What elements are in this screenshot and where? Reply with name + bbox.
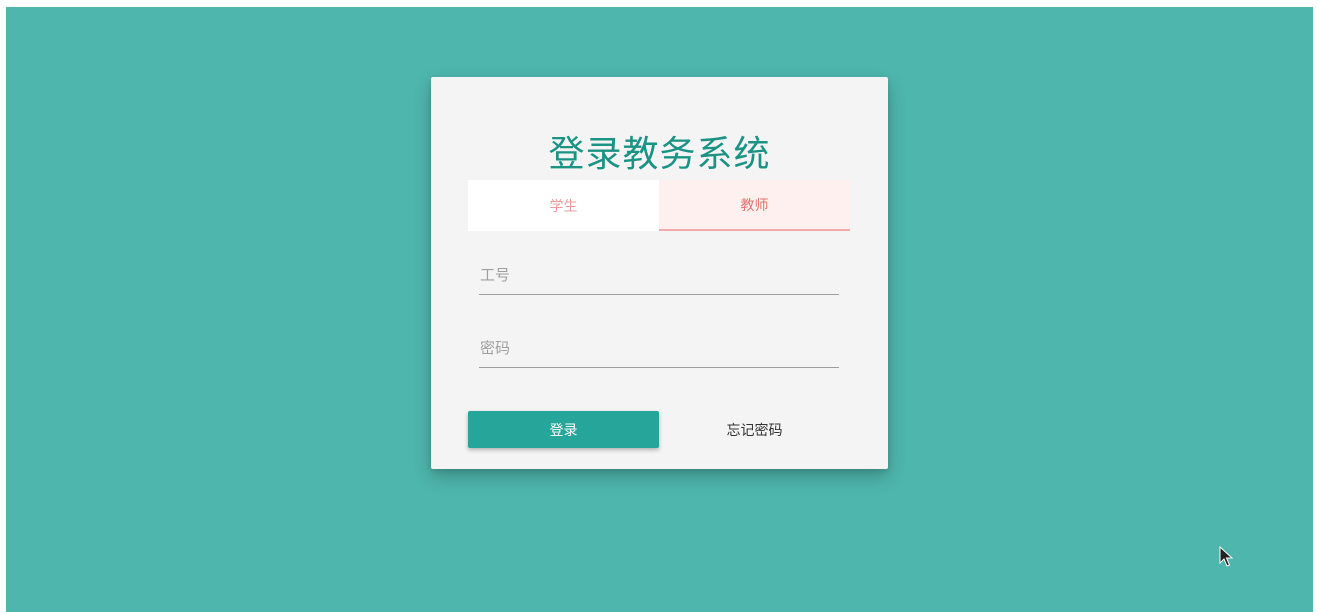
login-button[interactable]: 登录: [468, 411, 659, 448]
mouse-pointer-icon: [1219, 546, 1233, 567]
tab-student[interactable]: 学生: [468, 180, 659, 231]
role-tabs: 学生 教师: [468, 180, 850, 231]
page-background: 登录教务系统 学生 教师 登录 忘记密码: [6, 7, 1313, 612]
forgot-password-link[interactable]: 忘记密码: [659, 411, 850, 448]
username-field[interactable]: [479, 255, 839, 295]
login-title: 登录教务系统: [548, 134, 771, 175]
login-card: 登录教务系统 学生 教师 登录 忘记密码: [431, 77, 888, 469]
password-field[interactable]: [479, 328, 839, 368]
tab-teacher[interactable]: 教师: [659, 180, 850, 231]
